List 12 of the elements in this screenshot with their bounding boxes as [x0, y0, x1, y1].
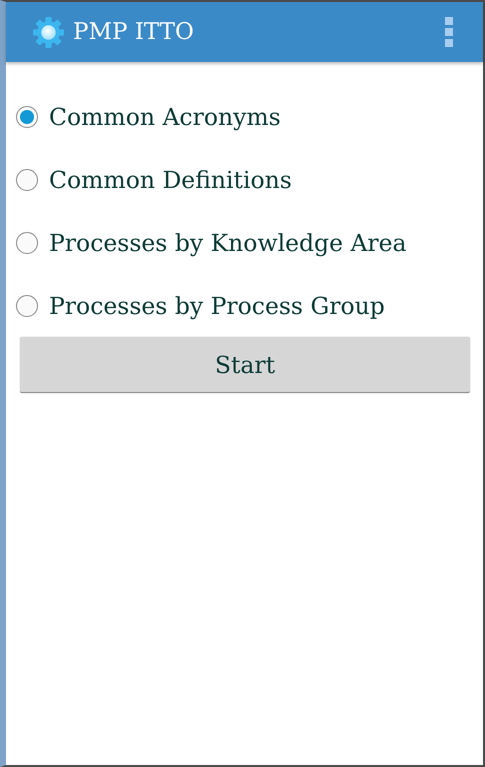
radio-option[interactable]: Processes by Process Group: [16, 274, 483, 337]
radio-option[interactable]: Common Definitions: [16, 148, 483, 211]
radio-button[interactable]: [16, 168, 38, 190]
radio-button[interactable]: [16, 106, 38, 128]
app-title: PMP ITTO: [73, 19, 195, 45]
radio-option[interactable]: Processes by Knowledge Area: [16, 211, 483, 274]
gear-icon: [32, 16, 65, 48]
start-button[interactable]: Start: [20, 337, 470, 393]
overflow-menu-icon[interactable]: [445, 17, 453, 47]
radio-option[interactable]: Common Acronyms: [16, 85, 483, 148]
radio-button[interactable]: [16, 232, 38, 254]
radio-button[interactable]: [16, 294, 38, 316]
